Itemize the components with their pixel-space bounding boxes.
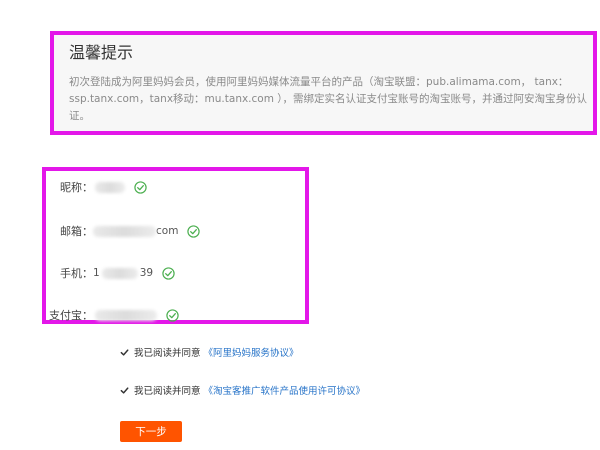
phone-value: 1 39	[93, 266, 153, 280]
check-circle-icon	[187, 224, 201, 238]
checkmark-icon[interactable]	[120, 386, 129, 395]
masked-nickname	[95, 181, 125, 193]
software-license-link[interactable]: 《淘宝客推广软件产品使用许可协议》	[204, 383, 366, 397]
phone-row: 手机： 1 39	[46, 264, 175, 282]
phone-suffix: 39	[139, 267, 154, 279]
check-circle-icon	[166, 308, 179, 322]
alipay-row: 支付宝：	[40, 306, 179, 324]
nickname-row: 昵称：	[46, 178, 147, 196]
binding-page: 温馨提示 初次登陆成为阿里妈妈会员，使用阿里妈妈媒体流量平台的产品（淘宝联盟：p…	[0, 0, 600, 450]
phone-label: 手机：	[60, 267, 93, 280]
agreement-service-text: 我已阅读并同意	[134, 348, 201, 359]
service-agreement-link[interactable]: 《阿里妈妈服务协议》	[204, 345, 299, 359]
nickname-value	[93, 180, 125, 194]
email-label: 邮箱：	[60, 225, 93, 238]
account-info-panel: 昵称： 邮箱： com 手机： 1 39 支付宝：	[42, 167, 309, 324]
checkmark-icon[interactable]	[120, 348, 129, 357]
agreement-service[interactable]: 我已阅读并同意 《阿里妈妈服务协议》	[120, 345, 299, 359]
warm-tip-panel: 温馨提示 初次登陆成为阿里妈妈会员，使用阿里妈妈媒体流量平台的产品（淘宝联盟：p…	[50, 31, 597, 135]
phone-prefix: 1	[93, 267, 100, 279]
masked-alipay	[95, 309, 157, 321]
next-step-button[interactable]: 下一步	[120, 421, 182, 442]
email-value: com	[93, 224, 178, 238]
email-row: 邮箱： com	[46, 222, 201, 240]
agreement-software[interactable]: 我已阅读并同意 《淘宝客推广软件产品使用许可协议》	[120, 383, 365, 397]
email-suffix: com	[156, 225, 179, 237]
check-circle-icon	[134, 180, 147, 194]
masked-phone	[101, 267, 138, 279]
masked-email	[93, 225, 156, 237]
tip-body: 初次登陆成为阿里妈妈会员，使用阿里妈妈媒体流量平台的产品（淘宝联盟：pub.al…	[69, 76, 588, 122]
nickname-label: 昵称：	[60, 181, 93, 194]
alipay-value	[93, 308, 157, 322]
tip-title: 温馨提示	[69, 43, 134, 62]
agreement-software-text: 我已阅读并同意	[134, 386, 201, 397]
check-circle-icon	[162, 266, 175, 280]
alipay-label: 支付宝：	[49, 309, 93, 322]
